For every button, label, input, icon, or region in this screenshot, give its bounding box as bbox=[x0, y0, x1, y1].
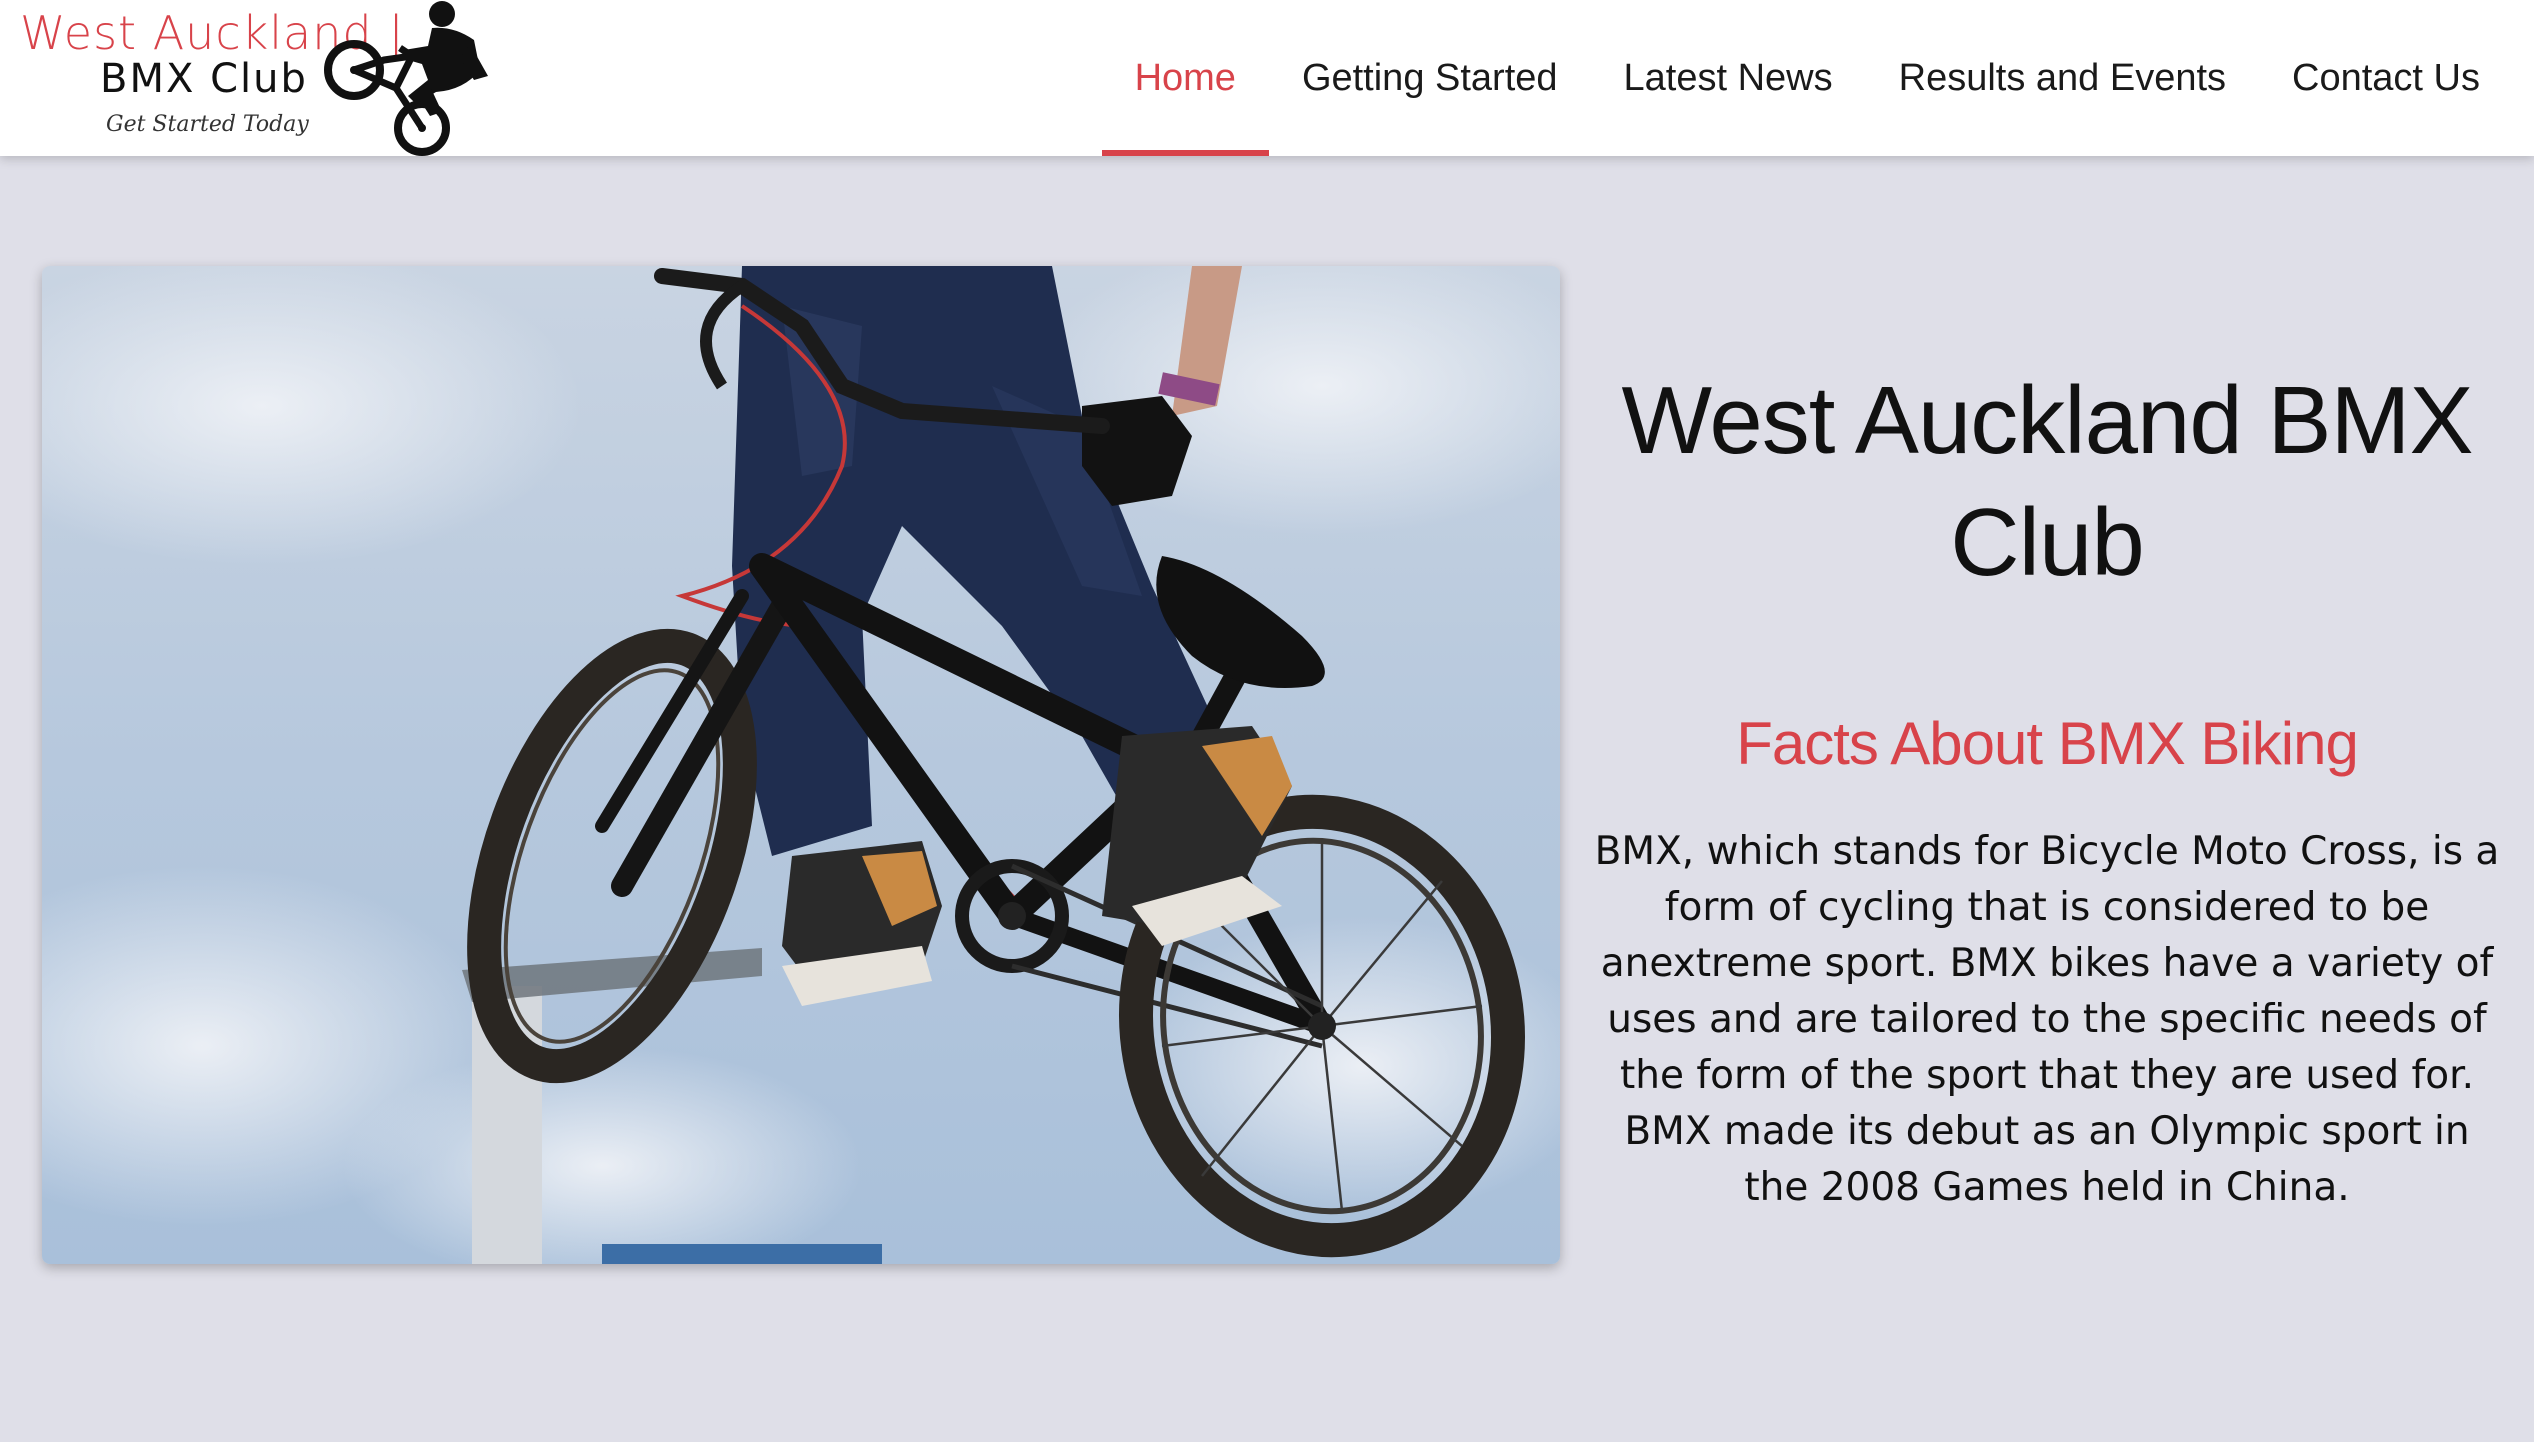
page-title: West Auckland BMX Club bbox=[1621, 367, 2474, 596]
bmx-rider-silhouette-icon bbox=[324, 1, 488, 156]
bmx-rider-photo bbox=[42, 266, 1560, 1264]
main-nav: Home Getting Started Latest News Results… bbox=[1101, 0, 2534, 156]
site-logo[interactable]: West Auckland | BMX Club Get Started Tod… bbox=[14, 0, 494, 156]
nav-contact-us[interactable]: Contact Us bbox=[2259, 0, 2534, 156]
site-header: West Auckland | BMX Club Get Started Tod… bbox=[0, 0, 2534, 156]
nav-getting-started[interactable]: Getting Started bbox=[1269, 0, 1591, 156]
section-subtitle: Facts About BMX Biking bbox=[1736, 710, 2359, 777]
logo-subtitle: BMX Club bbox=[100, 56, 308, 102]
logo-tagline: Get Started Today bbox=[106, 112, 309, 137]
intro-paragraph: BMX, which stands for Bicycle Moto Cross… bbox=[1594, 829, 2500, 1210]
nav-home[interactable]: Home bbox=[1101, 0, 1270, 156]
nav-results-and-events[interactable]: Results and Events bbox=[1866, 0, 2259, 156]
intro-section: West Auckland BMX Club Facts About BMX B… bbox=[1592, 360, 2502, 1216]
hero-image bbox=[42, 266, 1560, 1264]
nav-latest-news[interactable]: Latest News bbox=[1591, 0, 1866, 156]
